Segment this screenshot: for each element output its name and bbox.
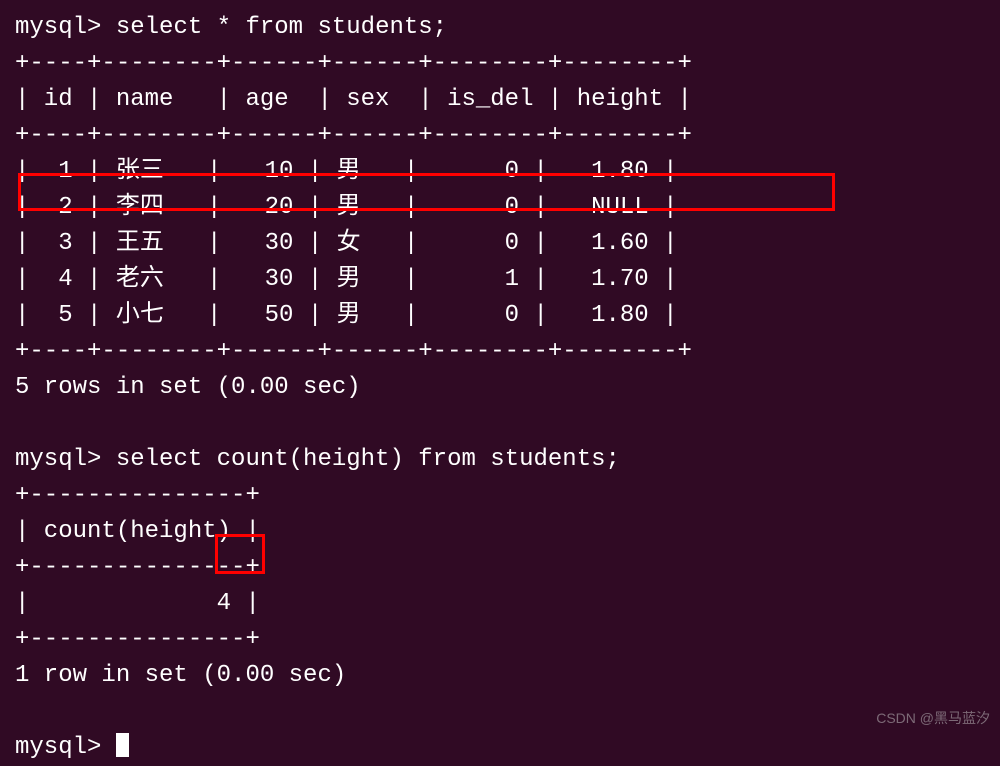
watermark: CSDN @黑马蓝汐 bbox=[876, 708, 990, 729]
mysql-prompt: mysql> bbox=[15, 14, 101, 41]
table-border: +----+--------+------+------+--------+--… bbox=[15, 118, 985, 154]
blank-line bbox=[15, 694, 985, 730]
table-border: +----+--------+------+------+--------+--… bbox=[15, 46, 985, 82]
sql-query-1: select * from students; bbox=[116, 14, 447, 41]
table-border: +---------------+ bbox=[15, 550, 985, 586]
table-row: | 4 | 老六 | 30 | 男 | 1 | 1.70 | bbox=[15, 262, 985, 298]
table-border: +----+--------+------+------+--------+--… bbox=[15, 334, 985, 370]
table-row: | 4 | bbox=[15, 586, 985, 622]
table-header: | count(height) | bbox=[15, 514, 985, 550]
result-summary: 1 row in set (0.00 sec) bbox=[15, 658, 985, 694]
mysql-prompt: mysql> bbox=[15, 446, 101, 473]
result-summary: 5 rows in set (0.00 sec) bbox=[15, 370, 985, 406]
table-row: | 2 | 李四 | 20 | 男 | 0 | NULL | bbox=[15, 190, 985, 226]
table-border: +---------------+ bbox=[15, 622, 985, 658]
terminal-output: mysql> select * from students; +----+---… bbox=[15, 10, 985, 766]
mysql-prompt: mysql> bbox=[15, 734, 101, 761]
sql-query-2: select count(height) from students; bbox=[116, 446, 620, 473]
query-line-1: mysql> select * from students; bbox=[15, 10, 985, 46]
prompt-line[interactable]: mysql> bbox=[15, 730, 985, 766]
table-row: | 1 | 张三 | 10 | 男 | 0 | 1.80 | bbox=[15, 154, 985, 190]
table-row: | 3 | 王五 | 30 | 女 | 0 | 1.60 | bbox=[15, 226, 985, 262]
blank-line bbox=[15, 406, 985, 442]
table-header: | id | name | age | sex | is_del | heigh… bbox=[15, 82, 985, 118]
table-border: +---------------+ bbox=[15, 478, 985, 514]
query-line-2: mysql> select count(height) from student… bbox=[15, 442, 985, 478]
table-row: | 5 | 小七 | 50 | 男 | 0 | 1.80 | bbox=[15, 298, 985, 334]
cursor bbox=[116, 733, 129, 757]
